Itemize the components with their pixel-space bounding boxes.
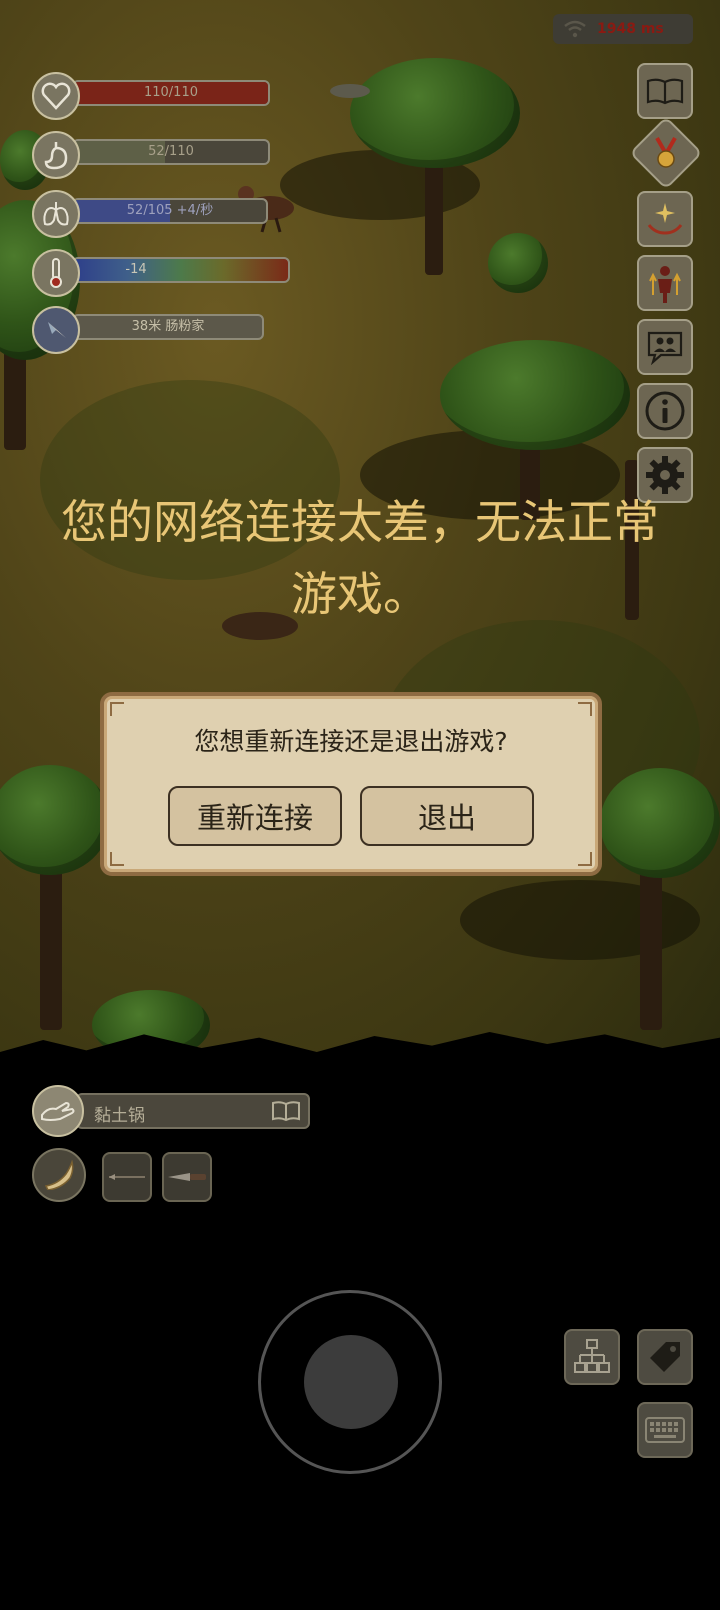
hierarchy-icon xyxy=(574,1339,610,1373)
dialog-message: 您想重新连接还是退出游戏? xyxy=(194,727,508,756)
crafting-item-name: 黏土锅 xyxy=(94,1106,145,1126)
tree-shadow xyxy=(460,880,700,960)
exit-button[interactable]: 退出 xyxy=(360,786,534,846)
health-text: 110/110 xyxy=(143,85,198,100)
compass-text: 38米 肠粉家 xyxy=(131,319,205,334)
hunger-bar: 52/110 xyxy=(72,139,270,165)
knife-slot[interactable] xyxy=(162,1152,212,1202)
medal-icon xyxy=(655,137,677,168)
oxygen-bar: 52/105 +4/秒 xyxy=(72,198,268,224)
network-warning-text: 您的网络连接太差，无法正常游戏。 xyxy=(61,495,659,621)
spear-slot[interactable] xyxy=(102,1152,152,1202)
knife-icon xyxy=(168,1173,206,1181)
spear-icon xyxy=(109,1174,145,1180)
tree-canopy xyxy=(600,768,720,878)
joystick-knob[interactable] xyxy=(304,1335,398,1429)
reconnect-dialog: 您想重新连接还是退出游戏? 重新连接 退出 xyxy=(100,692,602,876)
thermometer-icon xyxy=(32,249,80,297)
info-icon xyxy=(645,391,685,431)
horn-icon xyxy=(44,1160,74,1190)
stomach-icon xyxy=(32,131,80,179)
game-scene: 1948 ms 110/110 52/110 52/105 +4/秒 -14 3… xyxy=(0,0,720,1610)
skills-button[interactable] xyxy=(637,191,693,247)
chat-people-icon xyxy=(647,331,683,365)
tag-button[interactable] xyxy=(637,1329,693,1385)
ping-text: 1948 ms xyxy=(597,21,664,37)
crafting-bar[interactable]: 黏土锅 xyxy=(76,1093,310,1129)
temperature-text: -14 xyxy=(125,262,147,277)
person-upgrade-icon xyxy=(649,266,681,303)
tree-canopy xyxy=(0,765,110,875)
reconnect-button[interactable]: 重新连接 xyxy=(168,786,342,846)
sparkle-hands-icon xyxy=(647,203,683,235)
keyboard-icon xyxy=(645,1417,685,1443)
compass-icon[interactable] xyxy=(32,306,80,354)
oxygen-text: 52/105 +4/秒 xyxy=(126,203,214,218)
recipe-book-button[interactable] xyxy=(637,63,693,119)
keyboard-button[interactable] xyxy=(637,1402,693,1458)
health-bar: 110/110 xyxy=(72,80,270,106)
horn-slot[interactable] xyxy=(32,1148,86,1202)
tree-canopy xyxy=(350,58,520,168)
temperature-bar: -14 xyxy=(72,257,290,283)
open-book-icon[interactable] xyxy=(270,1099,302,1123)
hand-icon[interactable] xyxy=(32,1085,84,1137)
stone[interactable] xyxy=(330,84,370,98)
tag-icon xyxy=(650,1342,680,1372)
wifi-icon xyxy=(564,20,586,38)
hunger-text: 52/110 xyxy=(148,144,194,159)
dialog-corner xyxy=(110,702,124,716)
social-button[interactable] xyxy=(637,319,693,375)
tree-canopy xyxy=(440,340,630,450)
tree-trunk xyxy=(640,860,662,1030)
book-icon xyxy=(646,78,684,105)
network-status: 1948 ms xyxy=(553,14,693,44)
heart-icon xyxy=(32,72,80,120)
lungs-icon xyxy=(32,190,80,238)
dialog-corner xyxy=(578,702,592,716)
character-button[interactable] xyxy=(637,255,693,311)
tree-trunk xyxy=(40,860,62,1030)
dialog-corner xyxy=(578,852,592,866)
compass-bar: 38米 肠粉家 xyxy=(72,314,264,340)
dialog-corner xyxy=(110,852,124,866)
info-button[interactable] xyxy=(637,383,693,439)
tech-tree-button[interactable] xyxy=(564,1329,620,1385)
bush xyxy=(488,233,548,293)
